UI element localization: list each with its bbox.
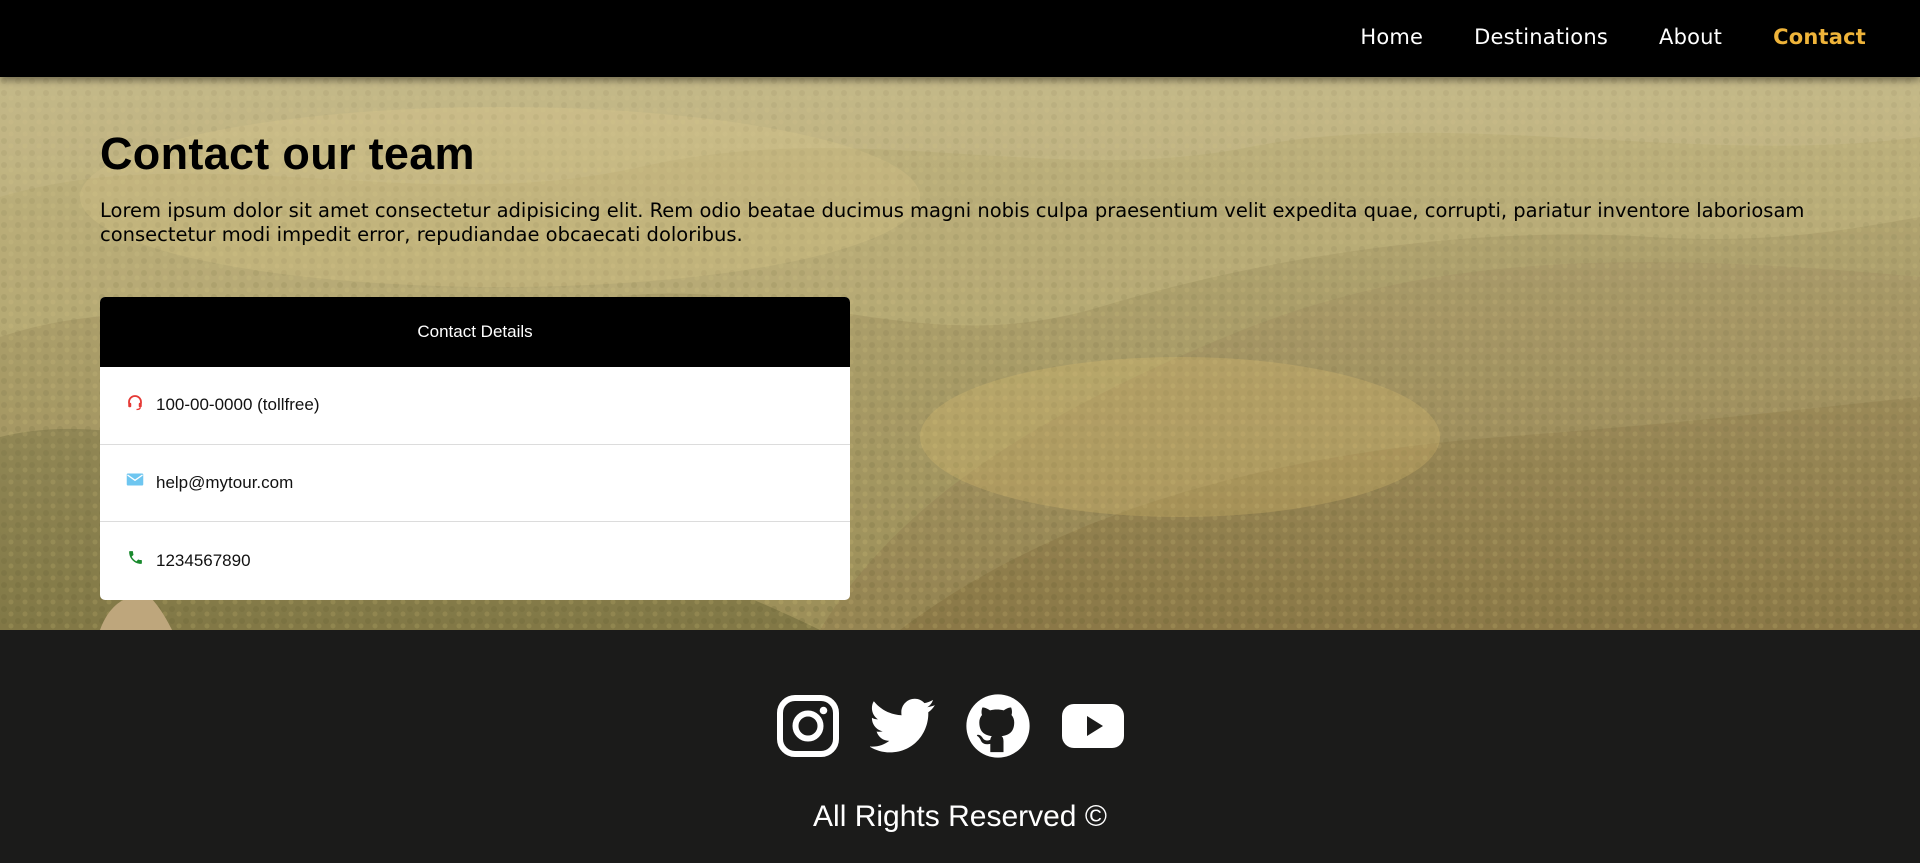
tollfree-number: 100-00-0000 (tollfree) <box>156 395 320 415</box>
nav-link-about[interactable]: About <box>1659 25 1722 49</box>
contact-row-email: help@mytour.com <box>100 445 850 522</box>
card-header: Contact Details <box>100 297 850 367</box>
footer: All Rights Reserved © <box>0 630 1920 863</box>
contact-row-phone: 1234567890 <box>100 522 850 600</box>
intro-text: Lorem ipsum dolor sit amet consectetur a… <box>100 199 1805 246</box>
contact-details-card: Contact Details 100-00-0000 (tollfree) h… <box>100 297 850 600</box>
mail-icon <box>125 470 145 490</box>
nav-link-home[interactable]: Home <box>1360 25 1423 49</box>
nav-link-contact[interactable]: Contact <box>1773 25 1866 49</box>
hero-section: Contact our team Lorem ipsum dolor sit a… <box>0 77 1920 630</box>
nav-links: Home Destinations About Contact <box>1360 0 1866 73</box>
phone-number: 1234567890 <box>156 550 251 570</box>
social-links <box>775 693 1126 759</box>
instagram-icon[interactable] <box>775 693 841 759</box>
github-icon[interactable] <box>965 693 1031 759</box>
headset-icon <box>125 392 145 412</box>
twitter-icon[interactable] <box>870 693 936 759</box>
youtube-icon[interactable] <box>1060 693 1126 759</box>
navbar: Home Destinations About Contact <box>0 0 1920 77</box>
page-title: Contact our team <box>100 128 475 179</box>
nav-link-destinations[interactable]: Destinations <box>1474 25 1608 49</box>
email-address: help@mytour.com <box>156 472 294 492</box>
copyright-text: All Rights Reserved © <box>813 800 1107 833</box>
contact-row-tollfree: 100-00-0000 (tollfree) <box>100 367 850 445</box>
phone-icon <box>125 548 145 568</box>
